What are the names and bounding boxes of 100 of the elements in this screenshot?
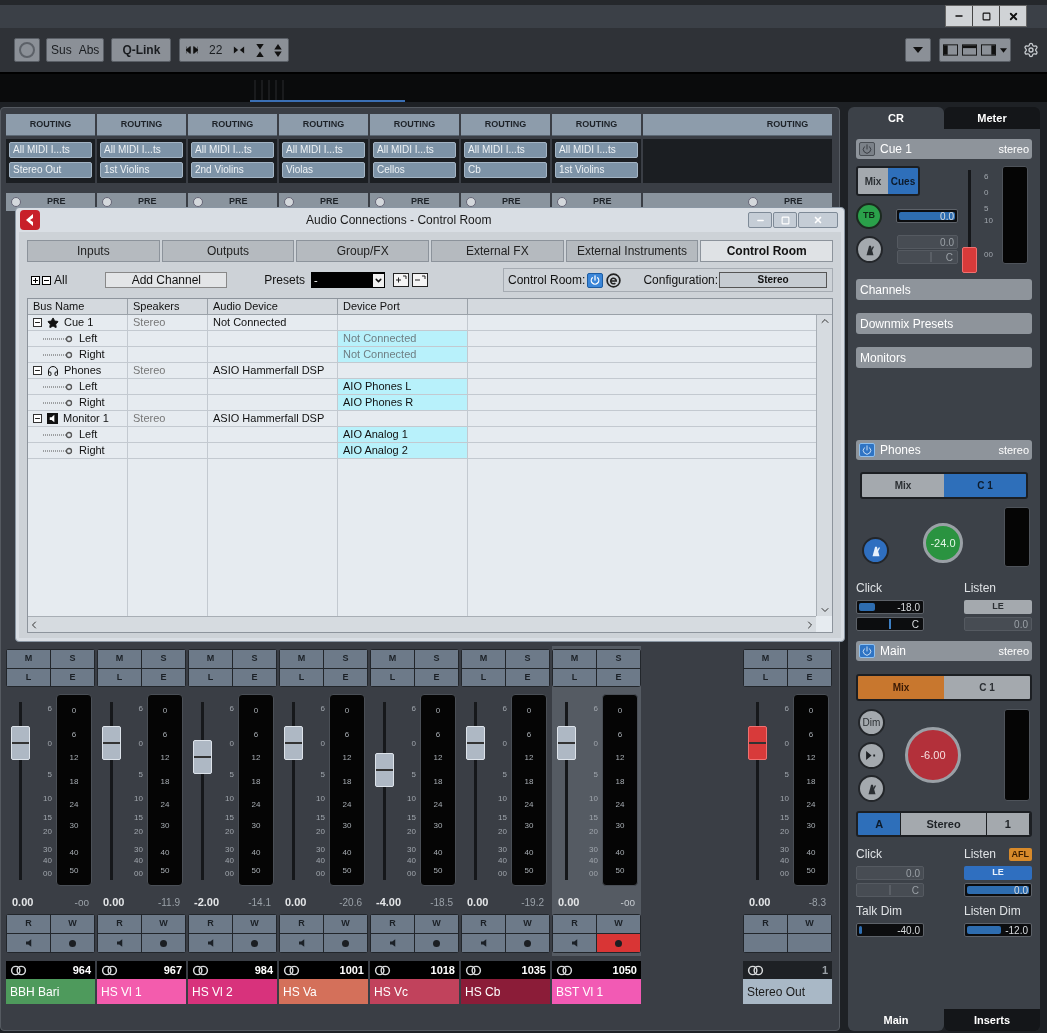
fader-thumb[interactable] [962,247,977,274]
mute-button[interactable]: M [280,650,323,668]
absolute-button[interactable]: Abs [78,41,100,59]
volume-knob[interactable]: -6.00 [905,727,961,783]
device-port-cell[interactable]: AIO Phones L [338,379,468,395]
mute-button[interactable]: M [462,650,505,668]
input-routing-field[interactable]: All MIDI I...ts [464,142,547,158]
output-select-button[interactable]: A [858,813,902,835]
edit-button[interactable]: E [51,668,94,686]
talkback-button[interactable]: TB [856,203,882,229]
panel-tab[interactable]: Inserts [944,1009,1040,1031]
channel-name[interactable]: BST Vl 1 [552,979,641,1004]
listen-button[interactable]: L [371,668,414,686]
device-port-cell[interactable]: AIO Analog 2 [338,443,468,459]
collapsed-section-header[interactable]: Downmix Presets [856,313,1032,334]
audio-device-cell[interactable] [208,347,338,363]
bus-name-cell[interactable]: Left [28,379,128,395]
mute-button[interactable]: M [553,650,596,668]
audio-device-cell[interactable] [208,443,338,459]
monitor-button[interactable] [371,934,414,952]
input-routing-field[interactable]: All MIDI I...ts [555,142,638,158]
vertical-scrollbar[interactable] [816,315,832,616]
audio-device-cell[interactable]: ASIO Hammerfall DSP [208,411,338,427]
bus-name-cell[interactable]: Phones [28,363,128,379]
edit-button[interactable]: E [142,668,185,686]
dialog-tab[interactable]: Outputs [161,240,295,262]
bus-name-cell[interactable]: Right [28,395,128,411]
edit-button[interactable]: E [788,668,831,686]
input-routing-field[interactable]: All MIDI I...ts [282,142,365,158]
mode-button[interactable]: Cues [888,168,918,194]
dialog-tab[interactable]: Inputs [27,240,160,262]
output-routing-field[interactable]: 2nd Violins [191,162,274,178]
edit-button[interactable]: E [506,668,549,686]
tree-toggle-icon[interactable] [33,414,42,423]
bus-name-cell[interactable]: Cue 1 [28,315,128,331]
record-button[interactable] [324,934,367,952]
bus-name-cell[interactable]: Left [28,427,128,443]
solo-button[interactable]: S [415,650,458,668]
output-routing-field[interactable]: 1st Violins [555,162,638,178]
mute-button[interactable]: M [744,650,787,668]
write-button[interactable]: W [788,915,831,933]
tree-toggle-icon[interactable] [33,366,42,375]
solo-button[interactable]: S [142,650,185,668]
record-button[interactable] [233,934,276,952]
metronome-button[interactable] [862,537,889,564]
mode-button[interactable]: Mix [858,676,944,699]
output-select-button[interactable]: 1 [986,813,1030,835]
bus-name-cell[interactable]: Right [28,347,128,363]
monitor-button[interactable] [98,934,141,952]
panel-tab[interactable]: CR [848,107,944,129]
pan-field[interactable]: C [856,617,924,631]
solo-button[interactable]: S [324,650,367,668]
monitor-button[interactable] [189,934,232,952]
audio-device-cell[interactable]: Not Connected [208,315,338,331]
write-button[interactable]: W [506,915,549,933]
right-pane-icon[interactable] [981,44,996,56]
minimize-button[interactable] [946,6,972,26]
read-button[interactable]: R [280,915,323,933]
dialog-tab[interactable]: External Instruments [565,240,699,262]
volume-knob[interactable]: -24.0 [923,523,963,563]
monitor-button[interactable] [280,934,323,952]
power-button[interactable] [859,142,875,156]
panel-tab[interactable]: Main [848,1009,944,1031]
record-button[interactable] [142,934,185,952]
write-button[interactable]: W [51,915,94,933]
monitor-button[interactable] [7,934,50,952]
input-routing-field[interactable]: All MIDI I...ts [191,142,274,158]
dim-button[interactable]: Dim [858,709,885,736]
record-button[interactable] [597,934,640,952]
device-port-cell[interactable]: AIO Analog 1 [338,427,468,443]
read-button[interactable]: R [98,915,141,933]
write-button[interactable]: W [415,915,458,933]
click-level-slider[interactable]: -18.0 [856,600,924,614]
channel-name[interactable]: HS Vl 2 [188,979,277,1004]
mode-button[interactable]: C 1 [944,676,1030,699]
read-button[interactable]: R [371,915,414,933]
record-button[interactable] [415,934,458,952]
mode-button[interactable]: Mix [858,168,888,194]
expand-icon[interactable] [233,46,246,54]
tree-toggle-icon[interactable] [33,318,42,327]
listen-button[interactable]: L [744,668,787,686]
record-button[interactable] [506,934,549,952]
audio-device-cell[interactable] [208,427,338,443]
pre-toggle-icon[interactable] [11,197,21,207]
output-select-button[interactable]: Stereo [901,813,987,835]
read-button[interactable]: R [189,915,232,933]
edit-button[interactable]: E [415,668,458,686]
listen-level-slider[interactable]: 0.0 [964,883,1032,897]
listen-dim-slider[interactable]: -12.0 [964,923,1032,937]
listen-button[interactable]: L [7,668,50,686]
solo-button[interactable]: S [233,650,276,668]
channel-name[interactable]: BBH Bari [6,979,95,1004]
configuration-field[interactable]: Stereo [719,272,828,288]
audio-device-cell[interactable] [208,379,338,395]
dialog-tab[interactable]: Control Room [700,240,834,262]
read-button[interactable]: R [553,915,596,933]
write-button[interactable]: W [597,915,640,933]
edit-button[interactable]: E [324,668,367,686]
mute-button[interactable]: M [371,650,414,668]
solo-button[interactable]: S [597,650,640,668]
